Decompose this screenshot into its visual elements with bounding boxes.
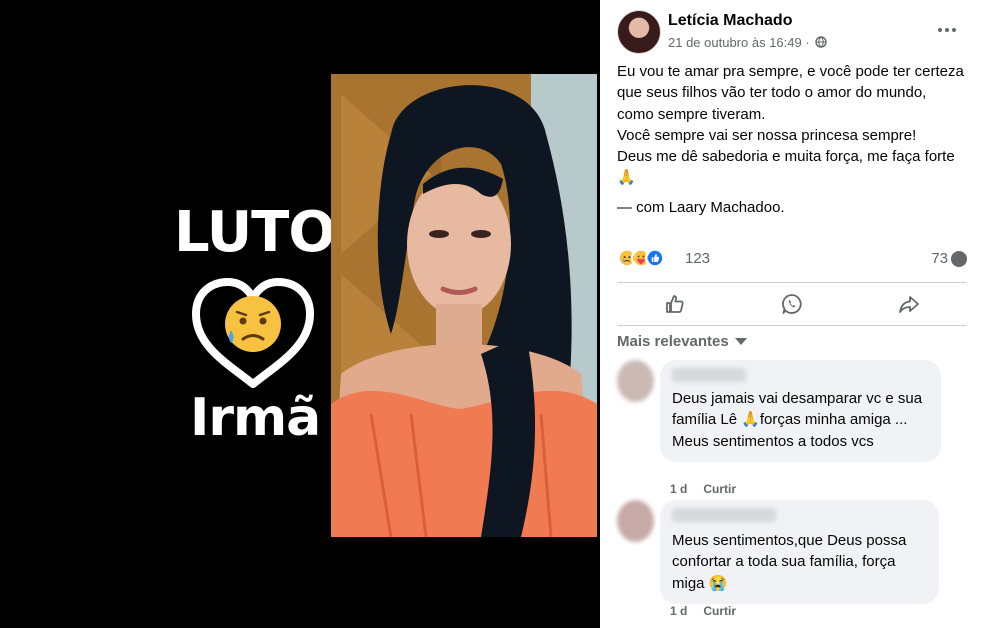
facebook-post-panel: Letícia Machado 21 de outubro às 16:49 ·… <box>600 0 984 628</box>
more-dot-icon <box>945 28 949 32</box>
comment-bubble: Meus sentimentos,que Deus possa conforta… <box>660 500 939 604</box>
post-text-line: Você sempre vai ser nossa princesa sempr… <box>617 126 917 144</box>
luto-label: LUTO <box>174 200 336 265</box>
tag-suffix: . <box>780 198 785 216</box>
irma-label: Irmã <box>190 388 321 448</box>
more-dot-icon <box>952 28 956 32</box>
comment-count-value[interactable]: 73 <box>931 250 948 267</box>
comment-actions: 1 d Curtir <box>670 482 736 496</box>
reaction-count[interactable]: 123 <box>685 250 710 267</box>
tag-line: — com Laary Machadoo. <box>617 197 967 218</box>
comment-like-link[interactable]: Curtir <box>703 482 736 496</box>
like-button[interactable] <box>625 287 725 321</box>
whatsapp-share-button[interactable] <box>742 287 842 321</box>
post-text-line: Deus me dê sabedoria e muita força, me f… <box>617 148 955 187</box>
post-text: Eu vou te amar pra sempre, e você pode t… <box>617 61 967 218</box>
comment-actions: 1 d Curtir <box>670 604 736 618</box>
divider <box>617 282 967 283</box>
more-options-button[interactable] <box>935 20 959 40</box>
commenter-avatar[interactable] <box>617 500 654 542</box>
reactions-summary[interactable]: 123 73 <box>617 248 967 272</box>
post-actions <box>617 286 967 322</box>
share-icon <box>898 296 919 313</box>
comment-age[interactable]: 1 d <box>670 482 687 496</box>
caret-down-icon <box>734 338 747 345</box>
like-icon <box>645 248 665 268</box>
post-text-line: Eu vou te amar pra sempre, e você pode t… <box>617 63 964 123</box>
thumbs-up-icon <box>666 295 684 313</box>
memorial-image: LUTO Irmã <box>0 0 600 628</box>
comment-sort-dropdown[interactable]: Mais relevantes <box>617 333 747 350</box>
divider <box>617 325 967 326</box>
share-button[interactable] <box>859 287 959 321</box>
comment-count[interactable]: 73 <box>931 250 967 267</box>
comment-text: Deus jamais vai desamparar vc e sua famí… <box>672 390 923 450</box>
commenter-avatar[interactable] <box>617 360 654 402</box>
globe-icon <box>815 36 827 48</box>
more-dot-icon <box>938 28 942 32</box>
tag-prefix: — com <box>617 198 665 216</box>
comment-bubble-icon <box>951 250 967 267</box>
commenter-name-blurred[interactable] <box>672 368 746 382</box>
whatsapp-icon <box>782 294 802 314</box>
portrait-photo <box>331 74 597 537</box>
timestamp-text[interactable]: 21 de outubro às 16:49 · <box>668 35 810 50</box>
reaction-icons <box>617 248 665 268</box>
comment-text: Meus sentimentos,que Deus possa conforta… <box>672 532 907 592</box>
sort-label-text[interactable]: Mais relevantes <box>617 333 729 350</box>
post-header: Letícia Machado 21 de outubro às 16:49 · <box>617 10 967 54</box>
tagged-user-link[interactable]: Laary Machadoo <box>669 199 781 216</box>
author-avatar[interactable] <box>617 10 661 54</box>
post-timestamp[interactable]: 21 de outubro às 16:49 · <box>668 35 827 50</box>
comment-age[interactable]: 1 d <box>670 604 687 618</box>
comment-bubble: Deus jamais vai desamparar vc e sua famí… <box>660 360 941 462</box>
commenter-name-blurred[interactable] <box>672 508 776 522</box>
heart-sad-emoji-icon <box>188 276 318 392</box>
comment-like-link[interactable]: Curtir <box>703 604 736 618</box>
author-name[interactable]: Letícia Machado <box>668 12 792 30</box>
